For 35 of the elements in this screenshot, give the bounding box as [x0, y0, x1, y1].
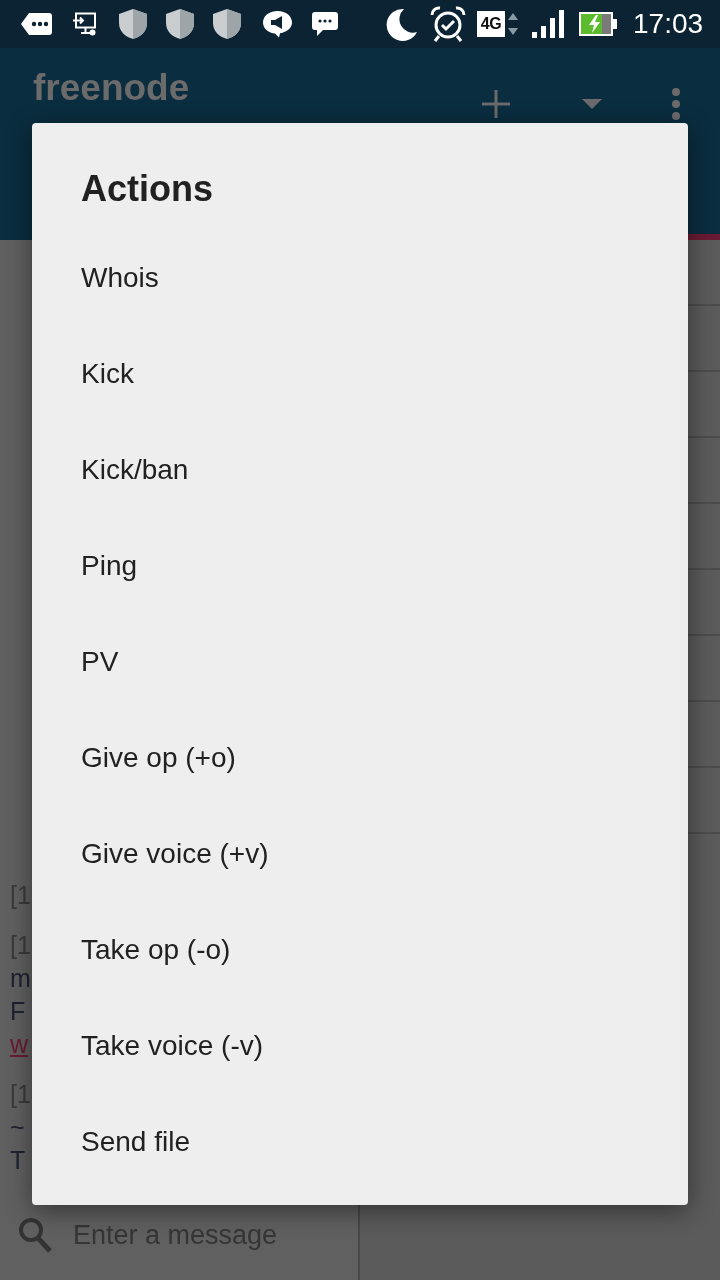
action-item[interactable]: Whois [32, 230, 688, 326]
data-arrows-icon [507, 12, 519, 36]
search-icon [18, 1217, 52, 1253]
action-item[interactable]: Take voice (-v) [32, 998, 688, 1094]
action-item[interactable]: PV [32, 614, 688, 710]
tab-indicator [688, 234, 720, 240]
clock-text: 17:03 [633, 7, 704, 41]
action-item[interactable]: Kick [32, 326, 688, 422]
action-item[interactable]: Take op (-o) [32, 902, 688, 998]
app-title: freenode [33, 67, 190, 109]
plus-icon[interactable] [482, 90, 510, 118]
battery-charging-icon [579, 12, 617, 36]
moon-icon [385, 7, 418, 41]
more-vert-icon[interactable] [672, 88, 680, 120]
message-text: ~ [10, 1112, 25, 1143]
network-type-label: 4G [477, 11, 505, 37]
shield-icon [165, 8, 195, 40]
action-item[interactable]: Kick/ban [32, 422, 688, 518]
action-item[interactable]: Send file [32, 1094, 688, 1190]
chat-bubble-icon [311, 11, 339, 37]
megaphone-bubble-icon [262, 10, 293, 38]
alarm-clock-icon [430, 6, 466, 42]
action-item[interactable]: Ping [32, 518, 688, 614]
message-text: F [10, 996, 26, 1027]
action-item[interactable]: Give op (+o) [32, 710, 688, 806]
dialog-title: Actions [80, 167, 213, 211]
shield-icon [212, 8, 242, 40]
tag-dots-icon [20, 12, 52, 36]
message-text: T [10, 1145, 26, 1176]
message-text: m [10, 963, 31, 994]
monitor-arrow-icon [72, 12, 97, 36]
signal-icon [532, 10, 565, 38]
shield-icon [118, 8, 148, 40]
caret-icon[interactable] [582, 99, 602, 109]
action-item[interactable]: Give voice (+v) [32, 806, 688, 902]
